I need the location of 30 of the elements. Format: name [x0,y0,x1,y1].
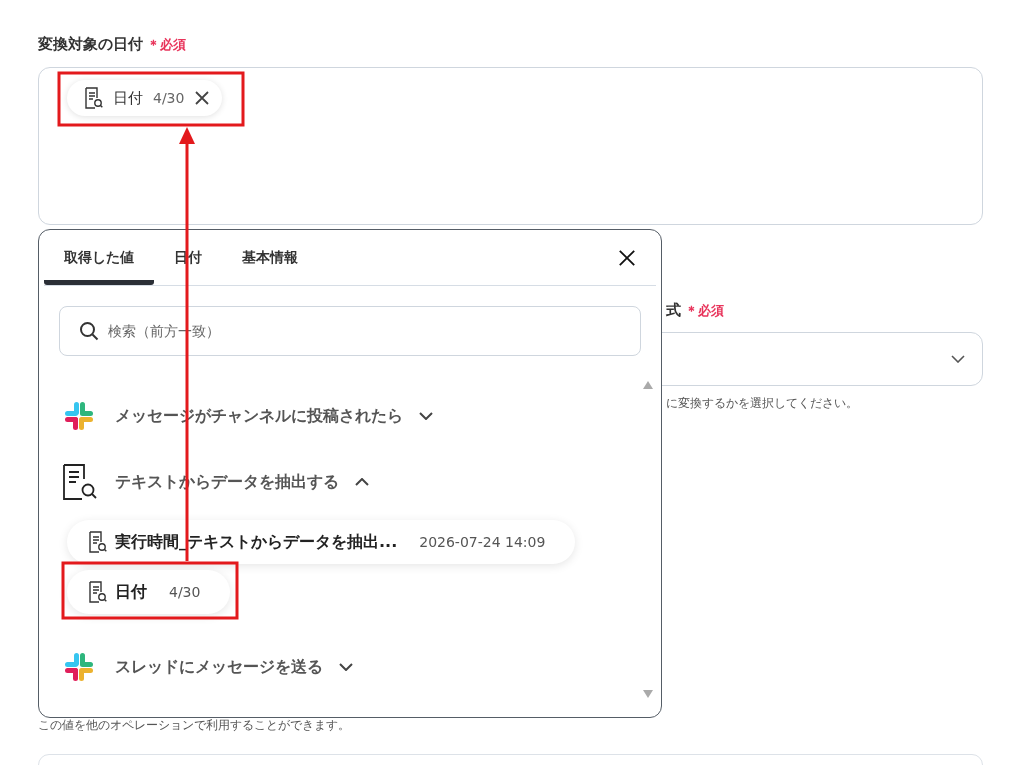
chevron-up-icon[interactable] [355,478,369,486]
document-search-icon [83,87,103,109]
search-icon [79,321,99,341]
tab[interactable]: 取得した値 [44,230,154,285]
close-icon[interactable] [618,249,636,267]
help-text: この値を他のオペレーションで利用することができます。 [38,717,351,734]
hash-logo-icon [64,652,94,682]
close-icon[interactable] [194,90,211,106]
group-title[interactable]: スレッドにメッセージを送る [115,656,323,678]
field-label: 変換対象の日付 [38,35,143,54]
chevron-down-icon [951,355,965,363]
chevron-down-icon[interactable] [339,663,353,671]
chip-label: 日付 [113,88,143,108]
item-label: 日付 [115,581,147,603]
required-mark: ＊必須 [685,302,724,320]
chip-value: 4/30 [153,90,185,106]
tab[interactable]: 基本情報 [222,230,318,285]
document-search-icon [87,531,107,553]
help-text: に変換するかを選択してください。 [665,395,859,412]
input-field[interactable]: 日付 4/30 [38,67,983,225]
item-value: 4/30 [169,584,201,600]
hash-logo-icon [64,401,94,431]
document-search-icon [87,581,107,603]
value-chip[interactable]: 日付 4/30 [67,80,223,116]
chevron-down-icon[interactable] [419,412,433,420]
field-label: 式 [666,301,681,320]
document-search-icon [62,464,98,500]
item-value: 2026-07-24 14:09 [419,534,546,550]
required-mark: ＊必須 [147,36,186,54]
value-item[interactable]: 日付 4/30 [67,570,231,614]
